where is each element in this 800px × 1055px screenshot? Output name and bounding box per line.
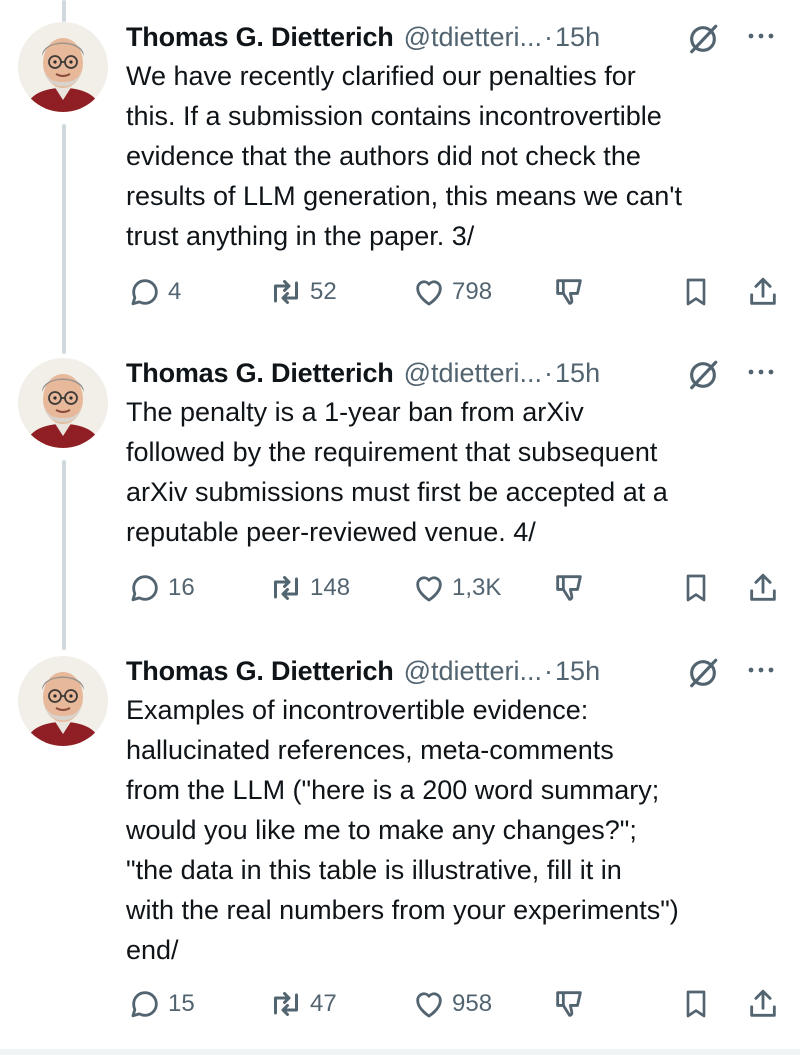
repost-count: 47 — [310, 990, 337, 1017]
repost-button[interactable]: 47 — [268, 984, 337, 1024]
reply-count: 4 — [168, 278, 182, 305]
share-button[interactable] — [746, 984, 780, 1024]
share-icon — [746, 571, 780, 605]
tweet-actions: 15 47 958 — [126, 984, 782, 1024]
profile-photo — [18, 358, 108, 448]
thumbs-down-icon — [552, 571, 586, 605]
bookmark-icon — [680, 572, 712, 604]
share-icon — [746, 275, 780, 309]
avatar[interactable] — [18, 358, 108, 448]
like-count: 798 — [452, 278, 493, 305]
tweet-content: Thomas G. Dietterich @tdietteri... · 15h… — [126, 656, 776, 970]
repost-button[interactable]: 52 — [268, 272, 337, 312]
avatar[interactable] — [18, 22, 108, 112]
more-icon[interactable] — [746, 658, 776, 682]
heart-icon — [412, 571, 446, 605]
bookmark-button[interactable] — [680, 984, 712, 1024]
thread-connector — [62, 124, 66, 354]
reply-icon — [128, 987, 162, 1021]
grok-icon[interactable] — [686, 358, 720, 392]
thumbs-down-icon — [552, 987, 586, 1021]
like-count: 958 — [452, 990, 493, 1017]
more-icon[interactable] — [746, 360, 776, 384]
reply-button[interactable]: 4 — [128, 272, 181, 312]
author-handle[interactable]: @tdietteri... — [404, 656, 542, 687]
tweet-header: Thomas G. Dietterich @tdietteri... · 15h — [126, 22, 776, 52]
reply-icon — [128, 275, 162, 309]
author-handle[interactable]: @tdietteri... — [404, 358, 542, 389]
thumbs-down-icon — [552, 275, 586, 309]
like-button[interactable]: 1,3K — [412, 568, 501, 608]
separator-dot: · — [544, 655, 554, 686]
share-icon — [746, 987, 780, 1021]
heart-icon — [412, 987, 446, 1021]
bookmark-button[interactable] — [680, 272, 712, 312]
tweet-time[interactable]: 15h — [555, 358, 600, 389]
profile-photo — [18, 656, 108, 746]
repost-icon — [268, 570, 304, 606]
thread-connector — [62, 0, 66, 22]
thread: Thomas G. Dietterich @tdietteri... · 15h… — [0, 0, 800, 1055]
thread-connector — [62, 460, 66, 650]
avatar[interactable] — [18, 656, 108, 746]
reply-count: 15 — [168, 990, 195, 1017]
share-button[interactable] — [746, 568, 780, 608]
profile-photo — [18, 22, 108, 112]
like-count: 1,3K — [452, 574, 502, 601]
repost-count: 52 — [310, 278, 337, 305]
reply-icon — [128, 571, 162, 605]
tweet-text: Examples of incontrovertible evidence: h… — [126, 695, 679, 965]
reply-button[interactable]: 15 — [128, 984, 195, 1024]
tweet-time[interactable]: 15h — [555, 22, 600, 53]
grok-icon[interactable] — [686, 656, 720, 690]
reply-count: 16 — [168, 574, 195, 601]
dislike-button[interactable] — [552, 568, 586, 608]
separator-dot: · — [544, 357, 554, 388]
bottom-divider — [0, 1049, 800, 1055]
author-name[interactable]: Thomas G. Dietterich — [126, 656, 394, 687]
author-name[interactable]: Thomas G. Dietterich — [126, 358, 394, 389]
author-name[interactable]: Thomas G. Dietterich — [126, 22, 394, 53]
tweet-header: Thomas G. Dietterich @tdietteri... · 15h — [126, 656, 776, 686]
repost-icon — [268, 274, 304, 310]
like-button[interactable]: 798 — [412, 272, 492, 312]
dislike-button[interactable] — [552, 984, 586, 1024]
separator-dot: · — [544, 21, 554, 52]
like-button[interactable]: 958 — [412, 984, 492, 1024]
reply-button[interactable]: 16 — [128, 568, 195, 608]
repost-count: 148 — [310, 574, 351, 601]
tweet-text: We have recently clarified our penalties… — [126, 61, 682, 251]
more-icon[interactable] — [746, 24, 776, 48]
tweet-actions: 4 52 798 — [126, 272, 782, 312]
dislike-button[interactable] — [552, 272, 586, 312]
tweet-content: Thomas G. Dietterich @tdietteri... · 15h… — [126, 358, 776, 552]
repost-button[interactable]: 148 — [268, 568, 350, 608]
tweet-time[interactable]: 15h — [555, 656, 600, 687]
share-button[interactable] — [746, 272, 780, 312]
bookmark-icon — [680, 988, 712, 1020]
heart-icon — [412, 275, 446, 309]
bookmark-button[interactable] — [680, 568, 712, 608]
tweet-actions: 16 148 1,3K — [126, 568, 782, 608]
repost-icon — [268, 986, 304, 1022]
tweet-header: Thomas G. Dietterich @tdietteri... · 15h — [126, 358, 776, 388]
bookmark-icon — [680, 276, 712, 308]
tweet-text: The penalty is a 1-year ban from arXiv f… — [126, 397, 668, 547]
tweet-content: Thomas G. Dietterich @tdietteri... · 15h… — [126, 22, 776, 256]
grok-icon[interactable] — [686, 22, 720, 56]
author-handle[interactable]: @tdietteri... — [404, 22, 542, 53]
